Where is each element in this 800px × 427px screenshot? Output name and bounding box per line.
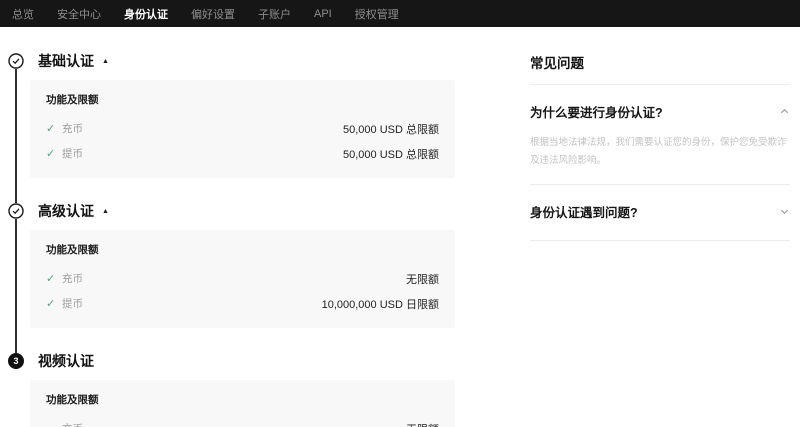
limit-value: 50,000 USD 总限额 [343, 121, 439, 137]
limit-label: 充币 [62, 271, 83, 286]
check-circle-icon [8, 53, 24, 69]
caret-up-icon: ▲ [102, 208, 109, 215]
limit-label: 充币 [62, 421, 83, 427]
caret-up-icon: ▲ [102, 58, 109, 65]
identity-verification-page: 总览 安全中心 身份认证 偏好设置 子账户 API 授权管理 基础认证 [0, 0, 800, 427]
divider [530, 240, 790, 241]
faq-item-why-verify[interactable]: 为什么要进行身份认证? 根据当地法律法规，我们需要认证您的身份，保护您免受欺诈及… [530, 85, 790, 170]
nav-item-api[interactable]: API [314, 8, 332, 20]
advanced-verification-header[interactable]: 高级认证 ▲ [8, 202, 455, 220]
faq-item-verification-issues[interactable]: 身份认证遇到问题? [530, 185, 790, 234]
nav-item-authorization[interactable]: 授权管理 [355, 6, 399, 22]
check-circle-icon [8, 203, 24, 219]
check-icon: ✓ [46, 297, 62, 310]
faq-panel: 常见问题 为什么要进行身份认证? 根据当地法律法规，我们需要认证您的身份，保护您… [530, 52, 790, 427]
limits-card: 功能及限额 ✓ 充币 无限额 ✓ 提币 10,000,000 USD 日限额 [30, 230, 455, 328]
nav-item-overview[interactable]: 总览 [12, 6, 34, 22]
limit-row-deposit: ✓ 充币 无限额 [46, 416, 439, 427]
faq-heading: 常见问题 [530, 52, 790, 70]
limit-value: 无限额 [406, 271, 439, 287]
video-verification-header[interactable]: 3 视频认证 [8, 352, 455, 370]
nav-item-preferences[interactable]: 偏好设置 [191, 6, 235, 22]
faq-answer: 根据当地法律法规，我们需要认证您的身份，保护您免受欺诈及违法风险影响。 [530, 134, 792, 170]
limit-row-withdraw: ✓ 提币 10,000,000 USD 日限额 [46, 291, 439, 316]
limit-value: 50,000 USD 总限额 [343, 146, 439, 162]
nav-item-subaccounts[interactable]: 子账户 [258, 6, 291, 22]
chevron-up-icon [779, 106, 790, 117]
limit-row-withdraw: ✓ 提币 50,000 USD 总限额 [46, 141, 439, 166]
chevron-down-icon [779, 206, 790, 217]
basic-verification-header[interactable]: 基础认证 ▲ [8, 52, 455, 70]
limit-value: 无限额 [406, 421, 439, 427]
section-advanced-verification: 高级认证 ▲ 功能及限额 ✓ 充币 无限额 ✓ 提币 10,000,000 US… [8, 202, 455, 328]
section-title: 高级认证 [38, 201, 94, 221]
top-nav: 总览 安全中心 身份认证 偏好设置 子账户 API 授权管理 [0, 0, 800, 27]
limit-row-deposit: ✓ 充币 无限额 [46, 266, 439, 291]
limit-label: 提币 [62, 296, 83, 311]
limit-label: 提币 [62, 146, 83, 161]
limits-card: 功能及限额 ✓ 充币 50,000 USD 总限额 ✓ 提币 50,000 US… [30, 80, 455, 178]
section-video-verification: 3 视频认证 功能及限额 ✓ 充币 无限额 [8, 352, 455, 427]
limits-card-title: 功能及限额 [46, 242, 439, 258]
main-content: 基础认证 ▲ 功能及限额 ✓ 充币 50,000 USD 总限额 ✓ 提币 50… [0, 27, 800, 427]
section-basic-verification: 基础认证 ▲ 功能及限额 ✓ 充币 50,000 USD 总限额 ✓ 提币 50… [8, 52, 455, 178]
limits-card-title: 功能及限额 [46, 92, 439, 108]
limit-row-deposit: ✓ 充币 50,000 USD 总限额 [46, 116, 439, 141]
faq-question: 身份认证遇到问题? [530, 202, 638, 221]
section-title: 视频认证 [38, 351, 94, 371]
check-icon: ✓ [46, 147, 62, 160]
section-title: 基础认证 [38, 51, 94, 71]
nav-item-identity-verification[interactable]: 身份认证 [124, 6, 168, 22]
limit-label: 充币 [62, 121, 83, 136]
check-icon: ✓ [46, 272, 62, 285]
limits-card: 功能及限额 ✓ 充币 无限额 [30, 380, 455, 427]
check-icon: ✓ [46, 122, 62, 135]
limits-card-title: 功能及限额 [46, 392, 439, 408]
limit-value: 10,000,000 USD 日限额 [322, 296, 439, 312]
faq-question: 为什么要进行身份认证? [530, 102, 663, 121]
nav-item-security[interactable]: 安全中心 [57, 6, 101, 22]
verification-timeline: 基础认证 ▲ 功能及限额 ✓ 充币 50,000 USD 总限额 ✓ 提币 50… [8, 52, 455, 427]
step-number-badge: 3 [8, 353, 24, 369]
